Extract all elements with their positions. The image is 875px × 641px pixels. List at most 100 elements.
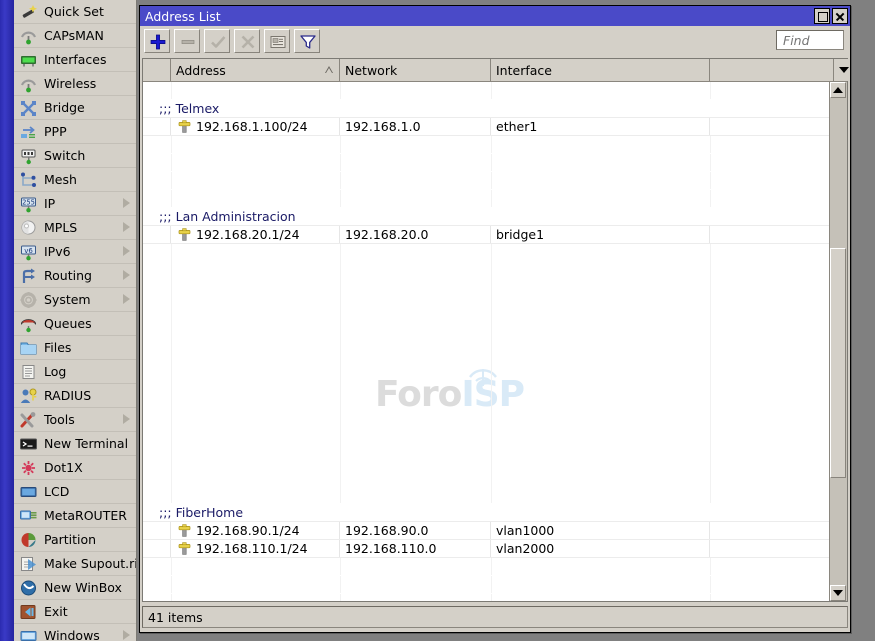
column-divider — [171, 136, 172, 153]
search-input[interactable] — [781, 31, 843, 49]
cell-interface: ether1 — [491, 118, 710, 135]
table-row[interactable]: 192.168.90.1/24 192.168.90.0 vlan1000 — [143, 522, 829, 540]
radius-icon — [19, 387, 38, 405]
table-comment-row[interactable]: ;;; Telmex — [143, 100, 829, 118]
sidebar-item-quick-set[interactable]: Quick Set — [14, 0, 136, 24]
row-flags-cell — [143, 118, 171, 135]
column-divider — [710, 82, 711, 99]
filter-button[interactable] — [294, 29, 320, 53]
column-chooser-button[interactable] — [834, 59, 849, 81]
column-header-label: Network — [345, 62, 398, 78]
ip-icon: 255 — [19, 195, 38, 213]
interfaces-icon — [19, 51, 38, 69]
table-comment-row[interactable]: ;;; FiberHome — [143, 504, 829, 522]
column-header-blank-0[interactable] — [143, 59, 171, 81]
sidebar-item-label: Bridge — [44, 100, 85, 115]
chevron-right-icon — [123, 270, 130, 280]
window-title: Address List — [145, 8, 221, 24]
sidebar-item-lcd[interactable]: LCD — [14, 480, 136, 504]
chevron-right-icon — [123, 294, 130, 304]
cell-network: 192.168.110.0 — [340, 540, 491, 557]
sidebar-item-mpls[interactable]: MPLS — [14, 216, 136, 240]
sidebar-item-new-winbox[interactable]: New WinBox — [14, 576, 136, 600]
table-comment-row[interactable]: ;;; Lan Administracion — [143, 208, 829, 226]
comment-text: ;;; Telmex — [159, 101, 220, 116]
column-header-address[interactable]: Address — [171, 59, 340, 81]
restore-button[interactable] — [814, 8, 830, 24]
column-divider — [171, 190, 172, 207]
sidebar-item-log[interactable]: Log — [14, 360, 136, 384]
sidebar-item-label: Wireless — [44, 76, 97, 91]
sidebar-item-label: IP — [44, 196, 56, 211]
scrollbar-thumb[interactable] — [830, 248, 846, 478]
table-row[interactable]: 192.168.20.1/24 192.168.20.0 bridge1 — [143, 226, 829, 244]
sidebar-item-switch[interactable]: Switch — [14, 144, 136, 168]
column-header-interface[interactable]: Interface — [491, 59, 710, 81]
sort-ascending-icon — [325, 66, 333, 73]
column-divider — [340, 244, 341, 503]
metarouter-icon — [19, 507, 38, 525]
sidebar-item-files[interactable]: Files — [14, 336, 136, 360]
sidebar-item-partition[interactable]: Partition — [14, 528, 136, 552]
row-flags-cell — [143, 226, 171, 243]
routing-icon — [19, 267, 38, 285]
find-box[interactable] — [776, 30, 844, 50]
table-blank-row — [143, 576, 829, 594]
column-divider — [491, 172, 492, 189]
sidebar-item-capsman[interactable]: CAPsMAN — [14, 24, 136, 48]
column-divider — [340, 558, 341, 575]
column-header-network[interactable]: Network — [340, 59, 491, 81]
sidebar-item-bridge[interactable]: Bridge — [14, 96, 136, 120]
close-button[interactable] — [832, 8, 848, 24]
sidebar-item-label: PPP — [44, 124, 67, 139]
sidebar-item-label: New WinBox — [44, 580, 122, 595]
sidebar-item-ip[interactable]: 255 IP — [14, 192, 136, 216]
sidebar-item-label: IPv6 — [44, 244, 71, 259]
column-divider — [491, 558, 492, 575]
svg-text:v6: v6 — [24, 246, 33, 254]
main-menu-sidebar[interactable]: Quick Set CAPsMAN Interfaces Wireless Bridge… — [14, 0, 137, 641]
sidebar-item-windows[interactable]: Windows — [14, 624, 136, 641]
svg-text:255: 255 — [22, 198, 35, 206]
cell-address: 192.168.90.1/24 — [171, 522, 340, 539]
table-blank-row — [143, 594, 829, 601]
sidebar-item-wireless[interactable]: Wireless — [14, 72, 136, 96]
arrow-up-icon — [833, 87, 843, 93]
cell-interface: bridge1 — [491, 226, 710, 243]
sidebar-item-tools[interactable]: Tools — [14, 408, 136, 432]
table-row[interactable]: 192.168.110.1/24 192.168.110.0 vlan2000 — [143, 540, 829, 558]
sidebar-item-mesh[interactable]: Mesh — [14, 168, 136, 192]
mesh-icon — [19, 171, 38, 189]
sidebar-item-queues[interactable]: Queues — [14, 312, 136, 336]
column-header-blank-4[interactable] — [710, 59, 834, 81]
sidebar-item-radius[interactable]: RADIUS — [14, 384, 136, 408]
sidebar-item-dot1x[interactable]: Dot1X — [14, 456, 136, 480]
tools-icon — [19, 411, 38, 429]
sidebar-item-label: Interfaces — [44, 52, 107, 67]
sidebar-item-new-terminal[interactable]: New Terminal — [14, 432, 136, 456]
sidebar-item-routing[interactable]: Routing — [14, 264, 136, 288]
sidebar-item-make-supout-rif[interactable]: Make Supout.rif — [14, 552, 136, 576]
sidebar-item-interfaces[interactable]: Interfaces — [14, 48, 136, 72]
sidebar-item-system[interactable]: System — [14, 288, 136, 312]
sidebar-item-metarouter[interactable]: MetaROUTER — [14, 504, 136, 528]
scrollbar-up-button[interactable] — [830, 82, 846, 98]
column-divider — [340, 136, 341, 153]
vertical-scrollbar[interactable] — [829, 82, 847, 601]
scrollbar-down-button[interactable] — [830, 585, 846, 601]
winbox-dock-strip[interactable]: RouterOS WinBox — [0, 0, 14, 641]
column-divider — [491, 594, 492, 601]
sidebar-item-ppp[interactable]: PPP — [14, 120, 136, 144]
table-rows[interactable]: ForoISP ;;; Telmex 192.168.1.100/24 192.16… — [143, 82, 829, 601]
sidebar-item-exit[interactable]: Exit — [14, 600, 136, 624]
wand-icon — [19, 3, 38, 21]
comment-button[interactable] — [264, 29, 290, 53]
window-titlebar[interactable]: Address List — [140, 6, 850, 26]
address-pin-icon — [178, 228, 191, 241]
chevron-right-icon — [123, 222, 130, 232]
sidebar-item-ipv6[interactable]: v6 IPv6 — [14, 240, 136, 264]
disable-button — [234, 29, 260, 53]
table-row[interactable]: 192.168.1.100/24 192.168.1.0 ether1 — [143, 118, 829, 136]
lcd-icon — [19, 483, 38, 501]
add-button[interactable] — [144, 29, 170, 53]
